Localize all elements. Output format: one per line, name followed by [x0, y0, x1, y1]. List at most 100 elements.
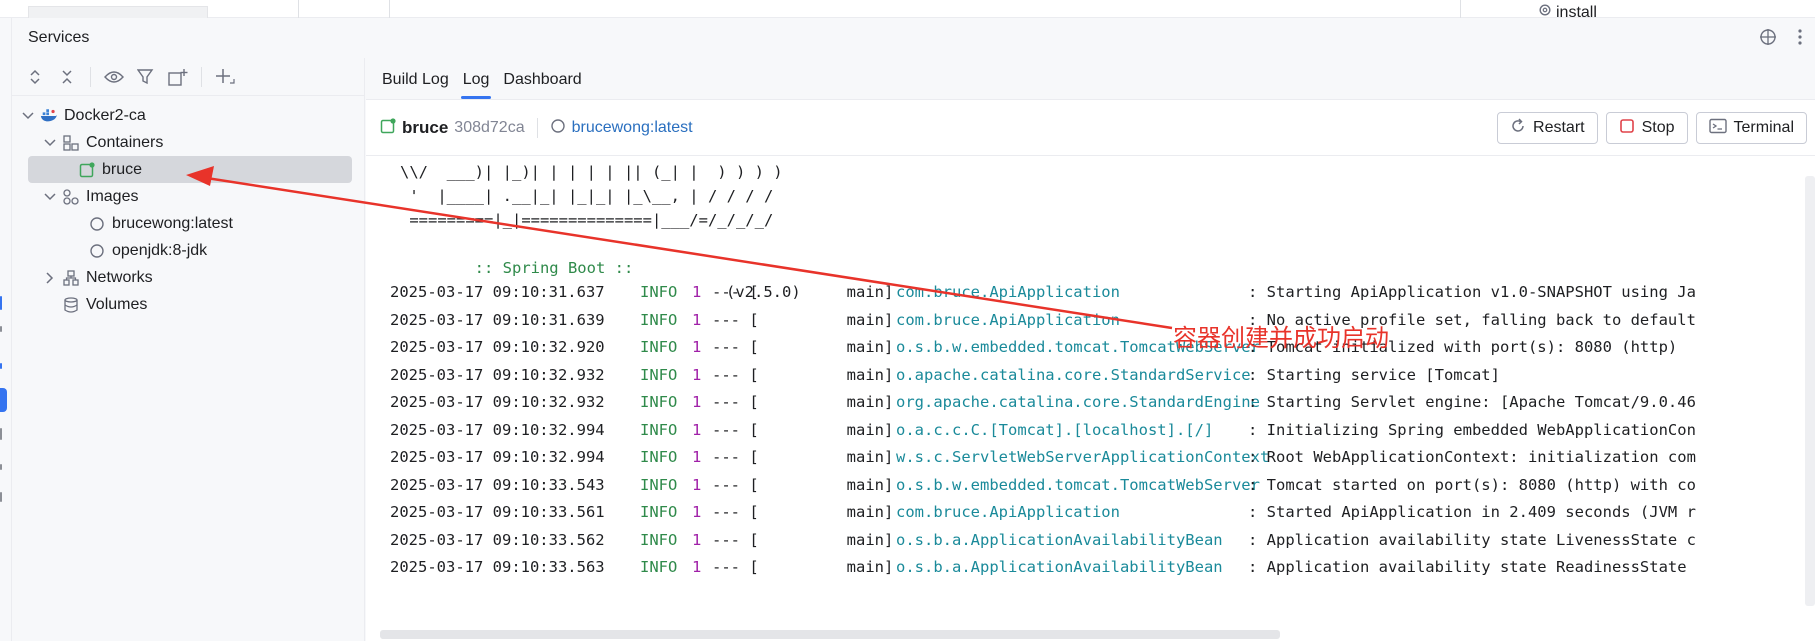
stop-button[interactable]: Stop: [1605, 112, 1688, 144]
restart-label: Restart: [1533, 119, 1585, 136]
log-line: 2025-03-17 09:10:32.932 INFO 1 --- [ main] o…: [390, 390, 1810, 414]
tool-strip-mark[interactable]: [0, 326, 2, 332]
banner-line: ' |____| .__|_| |_|_| |_\__, | / / / /: [400, 187, 774, 205]
log-message: : Starting service [Tomcat]: [1248, 365, 1500, 384]
log-output[interactable]: \\/ ___)| |_)| | | | | || (_| | ) ) ) ) …: [366, 156, 1815, 641]
chevron-down-icon[interactable]: [20, 111, 36, 120]
container-image-link[interactable]: brucewong:latest: [572, 119, 693, 137]
log-logger: org.apache.catalina.core.StandardEngine: [896, 393, 1260, 411]
images-group-icon: [62, 188, 80, 206]
tab-dashboard[interactable]: Dashboard: [503, 71, 581, 99]
tree-item-bruce[interactable]: bruce: [28, 156, 352, 183]
filter-icon[interactable]: [133, 64, 159, 90]
tab-build-log[interactable]: Build Log: [382, 71, 449, 99]
new-group-icon[interactable]: [165, 64, 191, 90]
eye-icon[interactable]: [101, 64, 127, 90]
tree-item-label: Containers: [86, 133, 164, 151]
log-timestamp: 2025-03-17 09:10:32.920: [390, 338, 605, 356]
docker-icon: [40, 107, 58, 125]
networks-icon: [62, 269, 80, 287]
tree-item-image-brucewong[interactable]: brucewong:latest: [12, 210, 364, 237]
chevron-down-icon[interactable]: [42, 138, 58, 147]
tree-item-image-openjdk[interactable]: openjdk:8-jdk: [12, 237, 364, 264]
tool-strip-mark[interactable]: [0, 296, 2, 310]
restart-button[interactable]: Restart: [1497, 112, 1598, 144]
log-message: : Application availability state Livenes…: [1248, 530, 1696, 549]
volumes-icon: [62, 296, 80, 314]
log-timestamp: 2025-03-17 09:10:32.932: [390, 393, 605, 411]
tree-toolbar: [12, 58, 364, 96]
left-tool-strip: [0, 18, 12, 641]
services-tool-button[interactable]: [0, 388, 7, 412]
image-icon: [88, 215, 106, 233]
more-vertical-icon[interactable]: [1797, 28, 1803, 51]
log-pid: 1: [692, 420, 702, 439]
log-thread: main]: [744, 365, 894, 384]
vertical-scrollbar[interactable]: [1805, 176, 1815, 606]
log-line: 2025-03-17 09:10:33.562 INFO 1 --- [ main] o…: [390, 528, 1810, 552]
toolbar-separator: [201, 66, 202, 87]
log-pid: 1: [692, 530, 702, 549]
expand-all-icon[interactable]: [22, 64, 48, 90]
restart-icon: [1510, 117, 1526, 139]
tool-strip-mark[interactable]: [0, 363, 2, 369]
tree-item-label: openjdk:8-jdk: [112, 241, 208, 259]
log-thread: main]: [744, 420, 894, 439]
editor-tab-stub: [28, 6, 208, 18]
log-level: INFO: [640, 503, 678, 521]
container-id: 308d72ca: [454, 118, 525, 136]
chevron-right-icon[interactable]: [42, 271, 58, 284]
log-thread: main]: [744, 338, 894, 356]
chevron-down-icon[interactable]: [42, 192, 58, 201]
details-tabs: Build Log Log Dashboard: [366, 58, 1815, 100]
crosshair-icon[interactable]: [1759, 28, 1777, 51]
log-message: : Starting Servlet engine: [Apache Tomca…: [1248, 393, 1696, 411]
terminal-button[interactable]: Terminal: [1695, 112, 1807, 144]
stop-icon: [1619, 118, 1635, 139]
banner-line: =========|_|==============|___/=/_/_/_/: [400, 211, 774, 229]
collapse-all-icon[interactable]: [54, 64, 80, 90]
log-logger: w.s.c.ServletWebServerApplicationContext: [896, 448, 1270, 466]
log-pid: 1: [692, 503, 702, 521]
tree-item-containers[interactable]: Containers: [12, 129, 364, 156]
log-pid: 1: [692, 365, 702, 384]
spring-boot-line: :: Spring Boot :: (v2.5.0): [400, 232, 801, 301]
log-level: INFO: [640, 530, 678, 549]
add-service-icon[interactable]: [212, 64, 238, 90]
log-pid: 1: [692, 475, 702, 494]
tool-strip-mark[interactable]: [0, 492, 2, 502]
column-divider: [389, 0, 390, 18]
services-header-actions: [1759, 28, 1803, 51]
log-timestamp: 2025-03-17 09:10:32.932: [390, 365, 605, 384]
log-level: INFO: [640, 448, 678, 466]
terminal-label: Terminal: [1733, 119, 1794, 136]
tree-item-docker[interactable]: Docker2-ca: [12, 102, 364, 129]
log-level: INFO: [640, 310, 678, 329]
image-icon: [550, 118, 566, 138]
log-message: : Application availability state Readine…: [1248, 558, 1687, 576]
tree-item-images[interactable]: Images: [12, 183, 364, 210]
horizontal-scrollbar[interactable]: [380, 630, 1280, 639]
tree-item-label: Docker2-ca: [64, 106, 146, 124]
tab-log[interactable]: Log: [460, 71, 492, 99]
services-title: Services: [28, 29, 90, 46]
log-message: : Tomcat started on port(s): 8080 (http)…: [1248, 475, 1696, 494]
tree-item-volumes[interactable]: Volumes: [12, 291, 364, 318]
tree-item-label: brucewong:latest: [112, 214, 233, 232]
stop-label: Stop: [1641, 119, 1675, 136]
log-logger: com.bruce.ApiApplication: [896, 503, 1120, 521]
log-logger: com.bruce.ApiApplication: [896, 310, 1120, 329]
services-tool-window: Services Docker2-ca Containers bruce Ima…: [12, 18, 1815, 641]
container-name: bruce: [402, 117, 449, 137]
tree-item-networks[interactable]: Networks: [12, 264, 364, 291]
tree-item-label: Images: [86, 187, 139, 205]
log-thread: main]: [744, 530, 894, 549]
tree-item-label: bruce: [102, 160, 143, 178]
log-message: : Starting ApiApplication v1.0-SNAPSHOT …: [1248, 283, 1696, 301]
tool-strip-mark[interactable]: [0, 428, 2, 440]
log-timestamp: 2025-03-17 09:10:33.562: [390, 530, 605, 549]
log-thread: main]: [744, 283, 894, 301]
column-divider: [1460, 0, 1461, 18]
column-divider: [298, 0, 299, 18]
tool-strip-mark[interactable]: [0, 464, 2, 470]
